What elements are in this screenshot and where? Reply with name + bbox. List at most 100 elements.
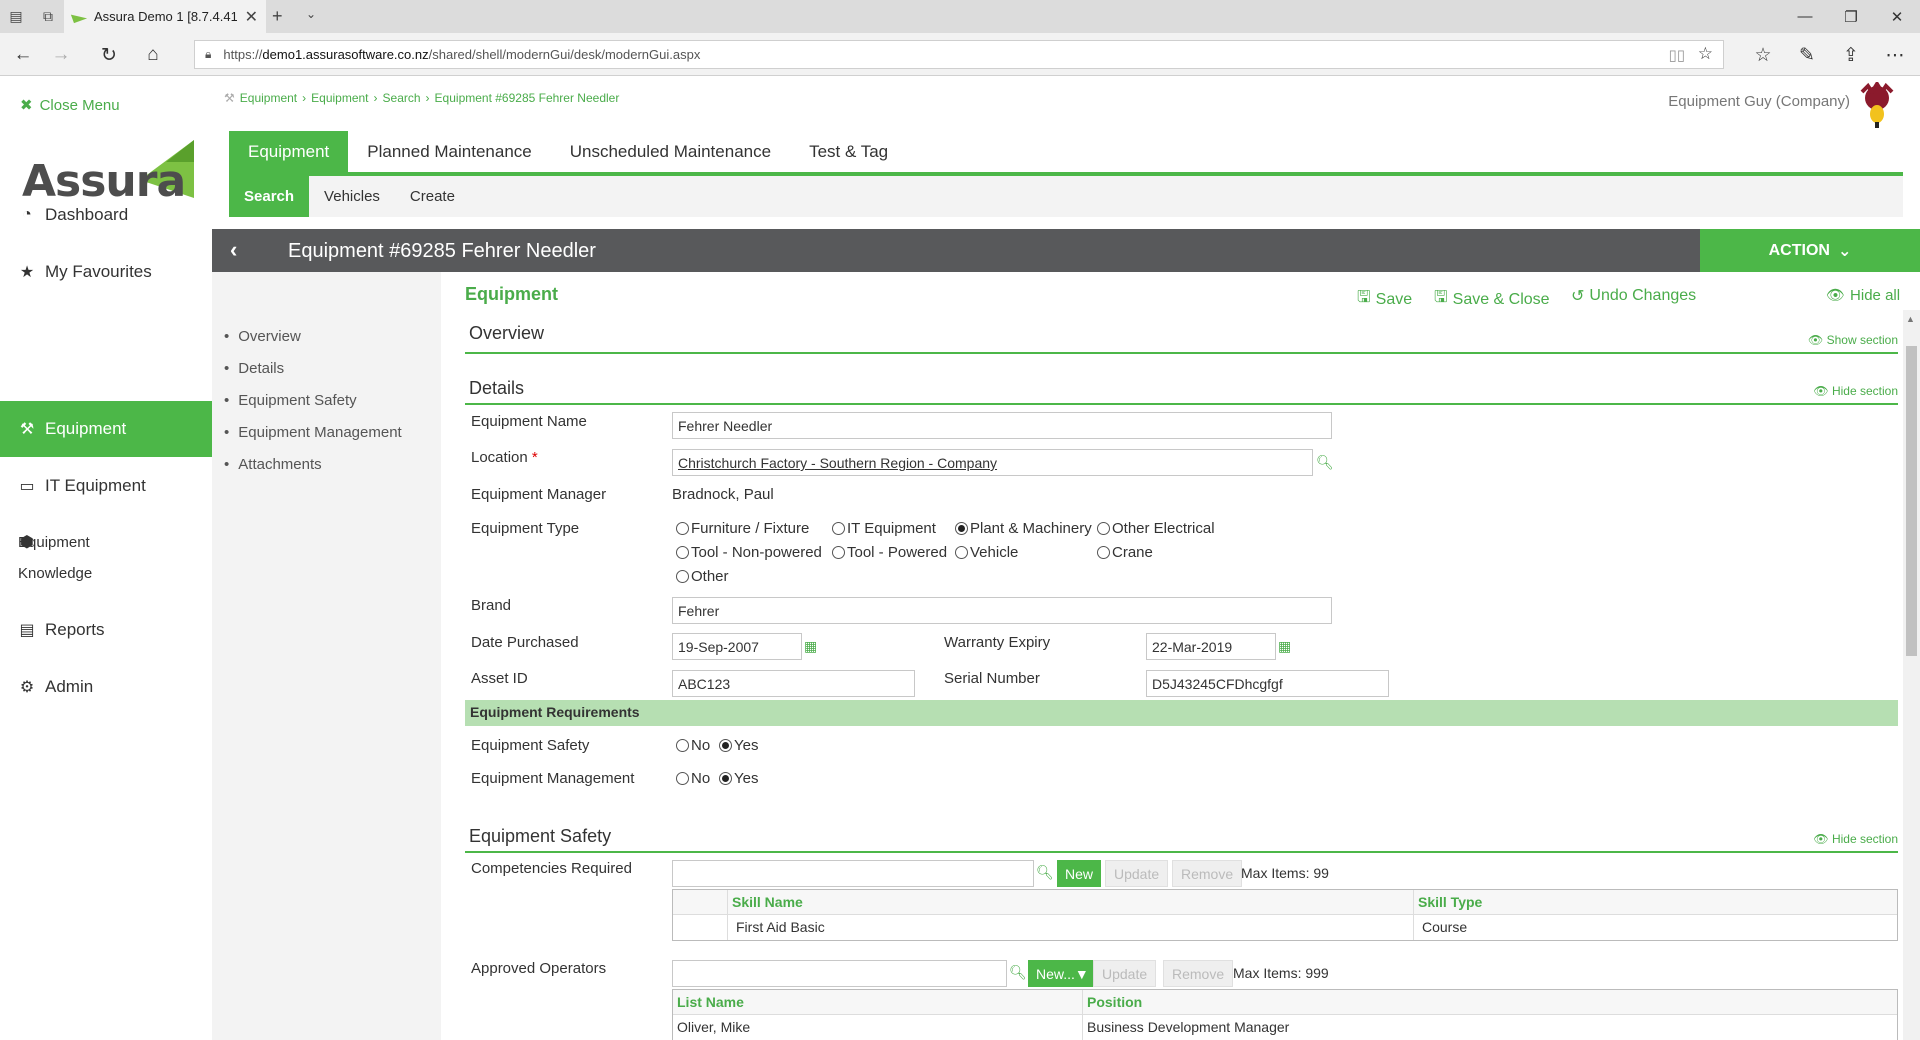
- column-header[interactable]: List Name: [673, 990, 1083, 1014]
- operator-update-button[interactable]: Update: [1093, 960, 1157, 987]
- management-yes-radio[interactable]: Yes: [719, 770, 758, 787]
- url-field[interactable]: 🔒︎ https://demo1.assurasoftware.co.nz/sh…: [194, 40, 1724, 69]
- breadcrumb-item[interactable]: Equipment: [240, 91, 297, 105]
- search-icon[interactable]: 🔍︎: [1036, 864, 1054, 881]
- management-no-radio[interactable]: No: [676, 770, 710, 787]
- type-radio-it-equipment[interactable]: IT Equipment: [832, 520, 936, 537]
- show-section-link[interactable]: 👁︎ Show section: [1808, 333, 1898, 347]
- column-header[interactable]: Position: [1083, 990, 1897, 1014]
- type-radio-crane[interactable]: Crane: [1097, 544, 1153, 561]
- minimize-icon[interactable]: —: [1782, 0, 1828, 33]
- browser-tab[interactable]: Assura Demo 1 [8.7.4.41 ✕: [64, 0, 266, 33]
- nav-equipment-knowledge[interactable]: ⬢ Equipment Knowledge: [0, 517, 212, 587]
- type-radio-tool-non-powered[interactable]: Tool - Non-powered: [676, 544, 822, 561]
- equipment-name-field[interactable]: Fehrer Needler: [672, 412, 1332, 439]
- favorite-star-icon[interactable]: ☆: [1698, 44, 1713, 64]
- hide-section-link[interactable]: 👁︎ Hide section: [1813, 384, 1898, 398]
- competency-new-button[interactable]: New: [1057, 860, 1102, 887]
- section-link-details[interactable]: Details: [224, 352, 402, 384]
- forward-icon[interactable]: →: [46, 41, 76, 69]
- action-button[interactable]: ACTION ⌄: [1700, 229, 1920, 272]
- close-menu-button[interactable]: ✖ Close Menu: [20, 96, 120, 115]
- type-radio-furniture[interactable]: Furniture / Fixture: [676, 520, 809, 537]
- type-radio-vehicle[interactable]: Vehicle: [955, 544, 1018, 561]
- operator-new-button[interactable]: New...▼: [1028, 960, 1097, 987]
- section-link-overview[interactable]: Overview: [224, 320, 402, 352]
- refresh-icon[interactable]: ↻: [94, 41, 124, 69]
- section-link-equipment-management[interactable]: Equipment Management: [224, 416, 401, 448]
- competency-update-button[interactable]: Update: [1105, 860, 1169, 887]
- competency-remove-button[interactable]: Remove: [1172, 860, 1243, 887]
- warranty-expiry-field[interactable]: 22-Mar-2019: [1146, 633, 1276, 660]
- section-link-attachments[interactable]: Attachments: [224, 448, 402, 480]
- tab-menu-chevron-icon[interactable]: ⌄: [306, 7, 316, 21]
- nav-my-favourites[interactable]: ★ My Favourites: [0, 244, 212, 300]
- close-tab-icon[interactable]: ✕: [245, 7, 258, 27]
- browser-tab-title: Assura Demo 1 [8.7.4.41: [94, 9, 237, 24]
- calendar-icon[interactable]: ▦: [1278, 638, 1291, 655]
- hide-section-link[interactable]: 👁︎ Hide section: [1813, 832, 1898, 846]
- new-tab-icon[interactable]: +: [272, 6, 283, 27]
- restore-icon[interactable]: ❐: [1828, 0, 1874, 33]
- date-purchased-field[interactable]: 19-Sep-2007: [672, 633, 802, 660]
- brand-field[interactable]: Fehrer: [672, 597, 1332, 624]
- column-header[interactable]: Skill Type: [1414, 890, 1897, 914]
- breadcrumb-item[interactable]: Equipment #69285 Fehrer Needler: [435, 91, 620, 105]
- search-icon[interactable]: 🔍︎: [1009, 964, 1027, 981]
- tab-test-and-tag[interactable]: Test & Tag: [790, 131, 907, 173]
- notes-pen-icon[interactable]: ✎: [1792, 41, 1822, 69]
- scroll-up-icon[interactable]: ▲: [1906, 314, 1915, 324]
- location-field[interactable]: Christchurch Factory - Southern Region -…: [672, 449, 1313, 476]
- nav-admin[interactable]: ⚙ Admin: [0, 659, 212, 715]
- tab-planned-maintenance[interactable]: Planned Maintenance: [348, 131, 550, 173]
- nav-reports[interactable]: ▤ Reports: [0, 602, 212, 658]
- back-chevron-icon[interactable]: ‹: [230, 237, 237, 263]
- save-button[interactable]: 🖫︎ Save: [1357, 286, 1412, 313]
- home-icon[interactable]: ⌂: [138, 41, 168, 69]
- operator-search-field[interactable]: [672, 960, 1007, 987]
- table-row[interactable]: First Aid Basic Course: [673, 915, 1897, 940]
- operator-remove-button[interactable]: Remove: [1163, 960, 1234, 987]
- tab-equipment[interactable]: Equipment: [229, 131, 349, 173]
- tab-actions-icon[interactable]: ▤: [2, 0, 30, 33]
- url-path: /shared/shell/modernGui/desk/modernGui.a…: [428, 47, 701, 62]
- nav-equipment[interactable]: ⚒ Equipment: [0, 401, 212, 457]
- safety-yes-radio[interactable]: Yes: [719, 737, 758, 754]
- tab-unscheduled-maintenance[interactable]: Unscheduled Maintenance: [551, 131, 790, 173]
- safety-no-radio[interactable]: No: [676, 737, 710, 754]
- breadcrumb-item[interactable]: Search: [383, 91, 421, 105]
- type-radio-plant-machinery[interactable]: Plant & Machinery: [955, 520, 1092, 537]
- undo-changes-button[interactable]: ↺ Undo Changes: [1571, 286, 1696, 306]
- asset-id-field[interactable]: ABC123: [672, 670, 915, 697]
- subtab-search[interactable]: Search: [229, 176, 310, 217]
- nav-dashboard[interactable]: ◔ Dashboard: [0, 187, 212, 243]
- tabs-aside-icon[interactable]: ⧉: [34, 0, 62, 33]
- favorites-hub-icon[interactable]: ☆: [1748, 41, 1778, 69]
- avatar[interactable]: [1856, 82, 1898, 128]
- type-radio-other-electrical[interactable]: Other Electrical: [1097, 520, 1215, 537]
- competency-search-field[interactable]: [672, 860, 1034, 887]
- content-scrollbar[interactable]: ▲: [1903, 310, 1920, 1040]
- user-name[interactable]: Equipment Guy (Company): [1668, 93, 1850, 110]
- scrollbar-thumb[interactable]: [1906, 346, 1917, 656]
- reading-view-icon[interactable]: ▯▯: [1668, 46, 1685, 64]
- calendar-icon[interactable]: ▦: [804, 638, 817, 655]
- details-section-head: Details 👁︎ Hide section: [465, 372, 1898, 405]
- back-icon[interactable]: ←: [8, 41, 38, 69]
- hide-all-button[interactable]: 👁︎ Hide all: [1826, 286, 1900, 305]
- serial-number-field[interactable]: D5J43245CFDhcgfgf: [1146, 670, 1389, 697]
- nav-it-equipment[interactable]: ▭ IT Equipment: [0, 458, 212, 514]
- search-icon[interactable]: 🔍︎: [1316, 454, 1334, 471]
- share-icon[interactable]: ⇪: [1836, 41, 1866, 69]
- breadcrumb-item[interactable]: Equipment: [311, 91, 368, 105]
- close-window-icon[interactable]: ✕: [1874, 0, 1920, 33]
- column-header[interactable]: Skill Name: [728, 890, 1414, 914]
- save-close-button[interactable]: 🖫︎ Save & Close: [1434, 286, 1550, 313]
- type-radio-other[interactable]: Other: [676, 568, 729, 585]
- subtab-create[interactable]: Create: [395, 176, 470, 217]
- table-row[interactable]: Oliver, Mike Business Development Manage…: [673, 1015, 1897, 1040]
- more-icon[interactable]: ⋯: [1880, 41, 1910, 69]
- type-radio-tool-powered[interactable]: Tool - Powered: [832, 544, 947, 561]
- section-link-equipment-safety[interactable]: Equipment Safety: [224, 384, 402, 416]
- subtab-vehicles[interactable]: Vehicles: [309, 176, 395, 217]
